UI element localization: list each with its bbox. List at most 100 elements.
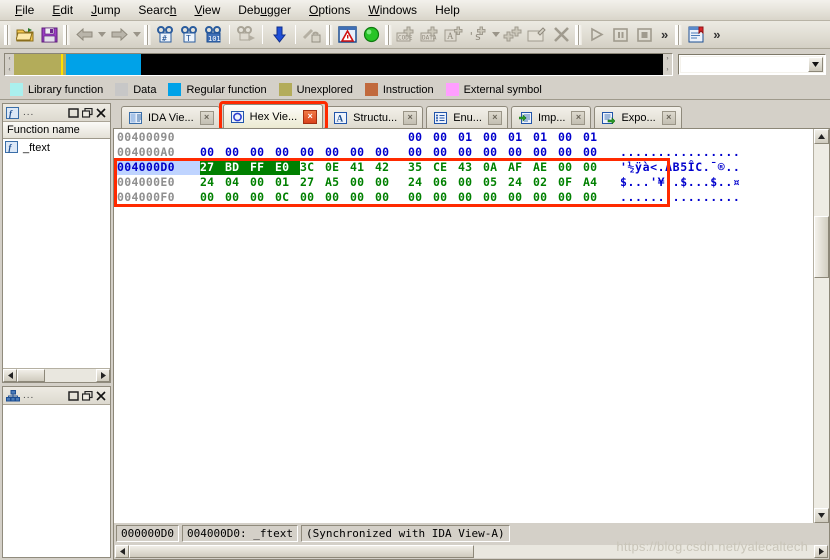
functions-restore-button[interactable] (80, 106, 94, 120)
tab-close-button[interactable]: × (199, 110, 214, 125)
hex-byte[interactable]: 00 (408, 145, 433, 160)
hex-byte[interactable]: 00 (375, 145, 400, 160)
hex-byte[interactable]: 24 (200, 175, 225, 190)
navigation-band[interactable]: ‹ ‹ › › (4, 53, 673, 76)
save-icon[interactable] (37, 23, 61, 46)
hex-byte[interactable]: CE (433, 160, 458, 175)
make-data-icon[interactable]: DATA (418, 23, 442, 46)
tab-idavie[interactable]: IDA Vie... × (121, 106, 220, 128)
toolbar-overflow-1-icon[interactable]: » (656, 27, 673, 42)
menu-item-debugger[interactable]: Debugger (229, 1, 300, 20)
hex-byte[interactable]: 24 (408, 175, 433, 190)
hex-byte[interactable]: 00 (408, 190, 433, 205)
tab-close-button[interactable]: × (661, 110, 676, 125)
hex-byte[interactable]: 00 (375, 190, 400, 205)
graph-maximize-button[interactable] (66, 389, 80, 403)
search-text-icon[interactable]: T (177, 23, 201, 46)
hex-byte[interactable]: 00 (458, 175, 483, 190)
hex-byte[interactable]: 04 (225, 175, 250, 190)
hex-byte[interactable]: 00 (225, 190, 250, 205)
hex-vscroll-down-icon[interactable] (814, 508, 829, 523)
hex-byte[interactable]: 41 (350, 160, 375, 175)
jump-combo-dropdown-icon[interactable] (808, 57, 823, 72)
hex-byte[interactable]: 06 (433, 175, 458, 190)
open-file-icon[interactable] (13, 23, 37, 46)
menu-item-windows[interactable]: Windows (359, 1, 426, 20)
toolbar-grip-2[interactable] (63, 24, 70, 45)
toolbar-grip-6[interactable] (575, 24, 582, 45)
make-ascii-icon[interactable]: A (442, 23, 466, 46)
tab-hexvie[interactable]: Hex Vie... × (222, 104, 324, 128)
hex-vscroll-thumb[interactable] (814, 216, 829, 278)
hex-byte[interactable]: 00 (558, 190, 583, 205)
hex-byte[interactable]: 00 (558, 145, 583, 160)
hex-byte[interactable]: 00 (508, 190, 533, 205)
hex-byte[interactable]: E0 (275, 160, 300, 175)
edit-function-icon[interactable] (525, 23, 549, 46)
hex-byte[interactable]: 3C (300, 160, 325, 175)
hex-byte[interactable]: 00 (408, 130, 433, 145)
hex-byte[interactable]: 00 (558, 160, 583, 175)
menu-item-options[interactable]: Options (300, 1, 359, 20)
hex-byte[interactable]: 35 (408, 160, 433, 175)
unlock-icon[interactable] (300, 23, 324, 46)
hex-byte[interactable]: 00 (483, 130, 508, 145)
menu-item-help[interactable]: Help (426, 1, 469, 20)
hex-byte[interactable]: 0A (483, 160, 508, 175)
run-green-icon[interactable] (359, 23, 383, 46)
hex-hscroll-thumb[interactable] (129, 544, 474, 558)
hex-byte[interactable]: 24 (508, 175, 533, 190)
functions-hscroll-right-icon[interactable] (96, 369, 110, 382)
toolbar-grip-1[interactable] (4, 24, 11, 45)
hex-byte[interactable]: 00 (483, 190, 508, 205)
graph-overview-titlebar[interactable]: ... (3, 387, 110, 405)
hex-byte[interactable]: 00 (583, 190, 608, 205)
hex-byte[interactable]: 01 (508, 130, 533, 145)
delete-icon[interactable] (549, 23, 573, 46)
hex-byte[interactable]: 00 (200, 145, 225, 160)
hex-byte[interactable]: 00 (325, 190, 350, 205)
warnings-icon[interactable] (335, 23, 359, 46)
hex-byte[interactable]: 02 (533, 175, 558, 190)
functions-hscroll-left-icon[interactable] (3, 369, 17, 382)
hex-byte[interactable]: 00 (508, 145, 533, 160)
functions-hscroll-thumb[interactable] (17, 369, 45, 382)
make-code-icon[interactable]: CODE (394, 23, 418, 46)
hex-byte[interactable]: 43 (458, 160, 483, 175)
hex-byte[interactable]: 00 (458, 145, 483, 160)
hex-byte[interactable]: 0F (558, 175, 583, 190)
hex-byte[interactable]: 00 (250, 145, 275, 160)
functions-close-button[interactable] (94, 106, 108, 120)
make-struct-icon[interactable]: 's (466, 23, 490, 46)
menu-item-view[interactable]: View (185, 1, 229, 20)
hex-hscroll-right-icon[interactable] (814, 544, 828, 558)
hex-byte[interactable]: 00 (433, 190, 458, 205)
functions-column-header[interactable]: Function name (3, 122, 110, 139)
debug-stop-icon[interactable] (632, 23, 656, 46)
hex-byte[interactable]: 27 (300, 175, 325, 190)
tab-expo[interactable]: Expo... × (594, 106, 682, 128)
menu-item-file[interactable]: FFileile (6, 1, 43, 20)
hex-byte[interactable]: 00 (300, 145, 325, 160)
hex-byte[interactable]: 00 (433, 130, 458, 145)
navigate-forward-icon[interactable] (107, 23, 131, 46)
hex-byte[interactable] (375, 130, 400, 145)
menu-item-jump[interactable]: Jump (82, 1, 129, 20)
hex-row[interactable]: 004000F0 00 00 00 0C 00 00 00 00 00 00 00 00 00 00 00 00… (114, 190, 813, 205)
toolbar-grip-5[interactable] (385, 24, 392, 45)
toolbar-overflow-2-icon[interactable]: » (708, 27, 725, 42)
toolbar-grip-4[interactable] (326, 24, 333, 45)
navigate-forward-dropdown-icon[interactable] (131, 25, 142, 45)
hex-byte[interactable] (225, 130, 250, 145)
nav-band-strip[interactable] (14, 54, 663, 75)
hex-byte[interactable]: 00 (350, 175, 375, 190)
hex-vscroll-track[interactable] (814, 144, 829, 508)
functions-hscroll-track[interactable] (17, 369, 96, 382)
hex-byte[interactable]: 00 (583, 145, 608, 160)
hex-row[interactable]: 004000A0 00 00 00 00 00 00 00 00 00 00 00 00 00 00 00 00… (114, 145, 813, 160)
hex-byte[interactable]: 00 (350, 145, 375, 160)
search-immediate-icon[interactable]: 101 (201, 23, 225, 46)
search-next-icon[interactable] (234, 23, 258, 46)
hex-byte[interactable]: 05 (483, 175, 508, 190)
hex-byte[interactable]: 00 (300, 190, 325, 205)
